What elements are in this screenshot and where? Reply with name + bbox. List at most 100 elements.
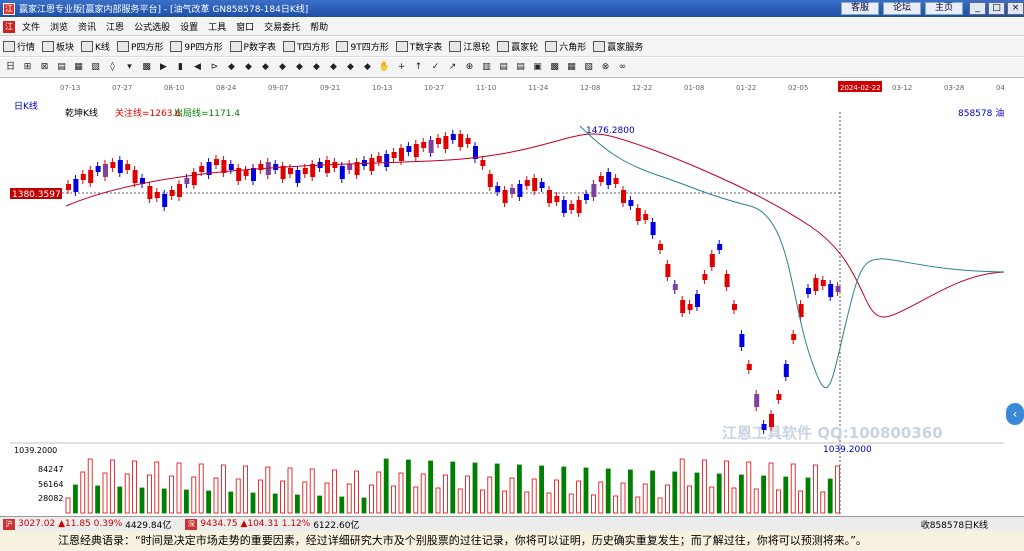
menu-file[interactable]: 文件 (17, 20, 45, 33)
draw-tool-icon[interactable]: ◆ (259, 61, 272, 74)
close-button[interactable]: × (1007, 2, 1024, 15)
candle-body (628, 200, 634, 206)
toolbar-hexagon-button[interactable]: 六角形 (545, 40, 586, 53)
toolbar-service-button[interactable]: 赢家服务 (593, 40, 643, 53)
draw-tool-icon[interactable]: ▤ (55, 61, 68, 74)
draw-tool-icon[interactable]: ⊞ (21, 61, 34, 74)
draw-tool-icon[interactable]: ▦ (565, 61, 578, 74)
draw-tool-icon[interactable]: ⊠ (38, 61, 51, 74)
draw-tool-icon[interactable]: ▤ (514, 61, 527, 74)
volume-bar (516, 464, 522, 514)
gann-quote: 江恩经典语录：“时间是决定市场走势的重要因素，经过详细研究大市及个别股票的过往记… (0, 531, 1024, 551)
draw-tool-icon[interactable]: ◆ (225, 61, 238, 74)
window-title: 赢家江恩专业版[赢家内部服务平台] - [油气改革 GN858578-184日K… (19, 5, 309, 15)
toolbar-pn-button[interactable]: P数字表 (229, 40, 276, 53)
draw-tool-icon[interactable]: ◆ (327, 61, 340, 74)
menu-window[interactable]: 窗口 (231, 20, 259, 33)
draw-tool-icon[interactable]: ◆ (276, 61, 289, 74)
date-axis: 07-13 07-27 08-10 08-24 09-07 09-21 10-13 10-27… (0, 78, 1004, 96)
draw-tool-icon[interactable]: ✋ (378, 61, 391, 74)
draw-tool-icon[interactable]: ◆ (242, 61, 255, 74)
menu-formula[interactable]: 公式选股 (129, 20, 175, 33)
homepage-link[interactable]: 主页 (924, 2, 963, 15)
toolbar-9t-button[interactable]: 9T四方形 (336, 40, 389, 53)
draw-tool-icon[interactable]: ⊗ (599, 61, 612, 74)
menu-info[interactable]: 资讯 (73, 20, 101, 33)
sz-change: ▲104.31 (240, 519, 279, 529)
draw-tool-icon[interactable]: ▾ (123, 61, 136, 74)
candle-body (302, 168, 308, 174)
draw-tool-icon[interactable]: ▣ (531, 61, 544, 74)
kline-chart[interactable]: 日K线 乾坤K线 关注线=1263.6 出局线=1171.4 858578 油气… (0, 96, 1024, 516)
title-bar: 江 赢家江恩专业版[赢家内部服务平台] - [油气改革 GN858578-184… (0, 0, 1024, 17)
draw-tool-icon[interactable]: ↑ (412, 61, 425, 74)
forum-link[interactable]: 论坛 (882, 2, 921, 15)
toolbar-k-button[interactable]: K线 (81, 40, 110, 53)
toolbar-p-button[interactable]: P四方形 (116, 40, 163, 53)
draw-tool-icon[interactable]: ✓ (429, 61, 442, 74)
watermark: 江恩工具软件 QQ:100800360 (722, 424, 943, 442)
draw-tool-icon[interactable]: ◆ (293, 61, 306, 74)
toolbar-label: T四方形 (296, 43, 330, 53)
draw-tool-icon[interactable]: ◊ (106, 61, 119, 74)
period-label: 日K线 (14, 100, 38, 112)
toolbar-label: T数字表 (409, 43, 443, 53)
date-tick: 03-12 (892, 84, 912, 92)
customer-service-link[interactable]: 客服 (840, 2, 879, 15)
draw-tool-icon[interactable]: ∞ (616, 61, 629, 74)
menu-help[interactable]: 帮助 (305, 20, 333, 33)
toolbar-grid-button[interactable]: 行情 (3, 40, 35, 53)
draw-tool-icon[interactable]: ◆ (310, 61, 323, 74)
menu-settings[interactable]: 设置 (175, 20, 203, 33)
menu-tools[interactable]: 工具 (203, 20, 231, 33)
menu-gann[interactable]: 江恩 (101, 20, 129, 33)
toolbar-blocks-button[interactable]: 板块 (42, 40, 74, 53)
date-tick: 07-27 (112, 84, 132, 92)
draw-tool-icon[interactable]: ▮ (174, 61, 187, 74)
maximize-button[interactable]: □ (988, 2, 1005, 15)
volume-bar (583, 467, 589, 514)
toolbar-9p-button[interactable]: 9P四方形 (170, 40, 223, 53)
draw-tool-icon[interactable]: ▤ (497, 61, 510, 74)
draw-tool-icon[interactable]: + (395, 61, 408, 74)
candle-body (665, 264, 671, 277)
draw-tool-icon[interactable]: ▥ (480, 61, 493, 74)
candle-body (598, 176, 604, 182)
volume-bar (206, 490, 212, 514)
draw-tool-icon[interactable]: ▧ (582, 61, 595, 74)
volume-bar (694, 472, 700, 514)
toolbar-wheel-button[interactable]: 江恩轮 (449, 40, 490, 53)
app-logo-icon: 江 (3, 2, 15, 15)
menu-trade[interactable]: 交易委托 (259, 20, 305, 33)
candle-body (421, 142, 427, 148)
candle-body (384, 154, 390, 167)
candle-body (532, 178, 538, 191)
minimize-button[interactable]: _ (969, 2, 986, 15)
wheel-icon (449, 41, 462, 52)
candle-body (169, 190, 175, 196)
date-tick: 12-08 (580, 84, 600, 92)
side-expand-icon[interactable]: ‹ (1006, 403, 1024, 425)
candle-body (110, 162, 116, 168)
date-tick: 12-22 (632, 84, 652, 92)
draw-tool-icon[interactable]: ◆ (344, 61, 357, 74)
toolbar-t-button[interactable]: T四方形 (282, 40, 330, 53)
draw-tool-icon[interactable]: ⊳ (208, 61, 221, 74)
draw-tool-icon[interactable]: ▩ (548, 61, 561, 74)
draw-tool-icon[interactable]: ▦ (72, 61, 85, 74)
draw-tool-icon[interactable]: ↗ (446, 61, 459, 74)
draw-tool-icon[interactable]: ◆ (361, 61, 374, 74)
menu-browse[interactable]: 浏览 (45, 20, 73, 33)
toolbar-label: 江恩轮 (463, 43, 491, 53)
draw-tool-icon[interactable]: ⊕ (463, 61, 476, 74)
draw-tool-icon[interactable]: 日 (4, 61, 17, 74)
candle-body (695, 294, 700, 307)
volume-bar (161, 488, 167, 514)
volume-bar (139, 487, 145, 514)
draw-tool-icon[interactable]: ◀ (191, 61, 204, 74)
draw-tool-icon[interactable]: ▩ (140, 61, 153, 74)
draw-tool-icon[interactable]: ▶ (157, 61, 170, 74)
toolbar-tn-button[interactable]: T数字表 (395, 40, 443, 53)
draw-tool-icon[interactable]: ▧ (89, 61, 102, 74)
toolbar-wheel-button[interactable]: 赢家轮 (497, 40, 538, 53)
